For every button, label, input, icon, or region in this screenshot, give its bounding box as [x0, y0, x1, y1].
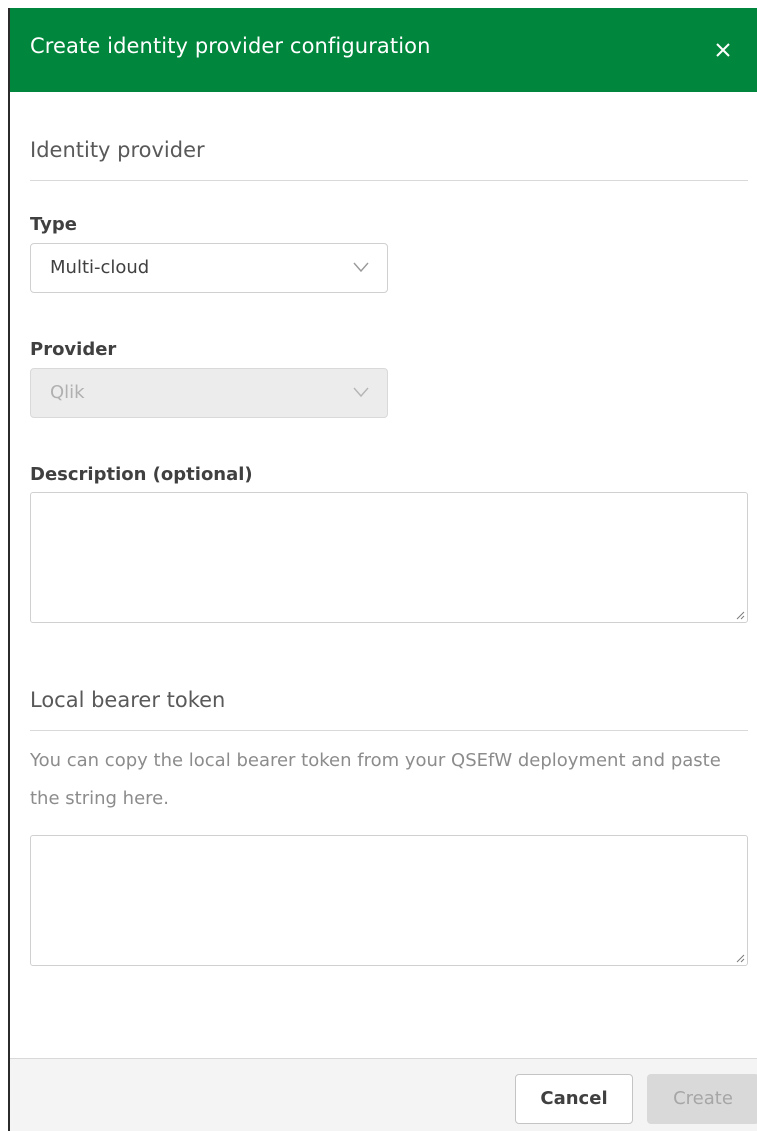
bearer-token-textarea[interactable]: [30, 835, 748, 966]
close-icon: [716, 43, 730, 57]
local-bearer-token-divider: [30, 730, 748, 731]
window-top-strip: [0, 0, 757, 8]
identity-provider-divider: [30, 180, 748, 181]
provider-select-value: Qlik: [50, 382, 85, 403]
create-button: Create: [647, 1074, 757, 1124]
description-label: Description (optional): [30, 464, 253, 485]
dialog-footer: Cancel Create: [10, 1058, 757, 1131]
cancel-button[interactable]: Cancel: [515, 1074, 633, 1124]
description-textarea[interactable]: [30, 492, 748, 623]
type-select[interactable]: Multi-cloud: [30, 243, 388, 293]
resize-handle-icon[interactable]: [735, 610, 745, 620]
dialog-title: Create identity provider configuration: [30, 34, 431, 58]
dialog-header: Create identity provider configuration: [10, 8, 757, 92]
create-idp-dialog: Create identity provider configuration I…: [8, 8, 757, 1131]
close-button[interactable]: [709, 36, 737, 64]
provider-label: Provider: [30, 339, 117, 360]
type-select-value: Multi-cloud: [50, 257, 150, 278]
type-label: Type: [30, 214, 77, 235]
identity-provider-heading: Identity provider: [30, 138, 205, 162]
chevron-down-icon: [353, 262, 369, 273]
local-bearer-token-help: You can copy the local bearer token from…: [30, 750, 721, 809]
resize-handle-icon[interactable]: [735, 953, 745, 963]
provider-select: Qlik: [30, 368, 388, 418]
chevron-down-icon: [353, 387, 369, 398]
local-bearer-token-heading: Local bearer token: [30, 688, 226, 712]
